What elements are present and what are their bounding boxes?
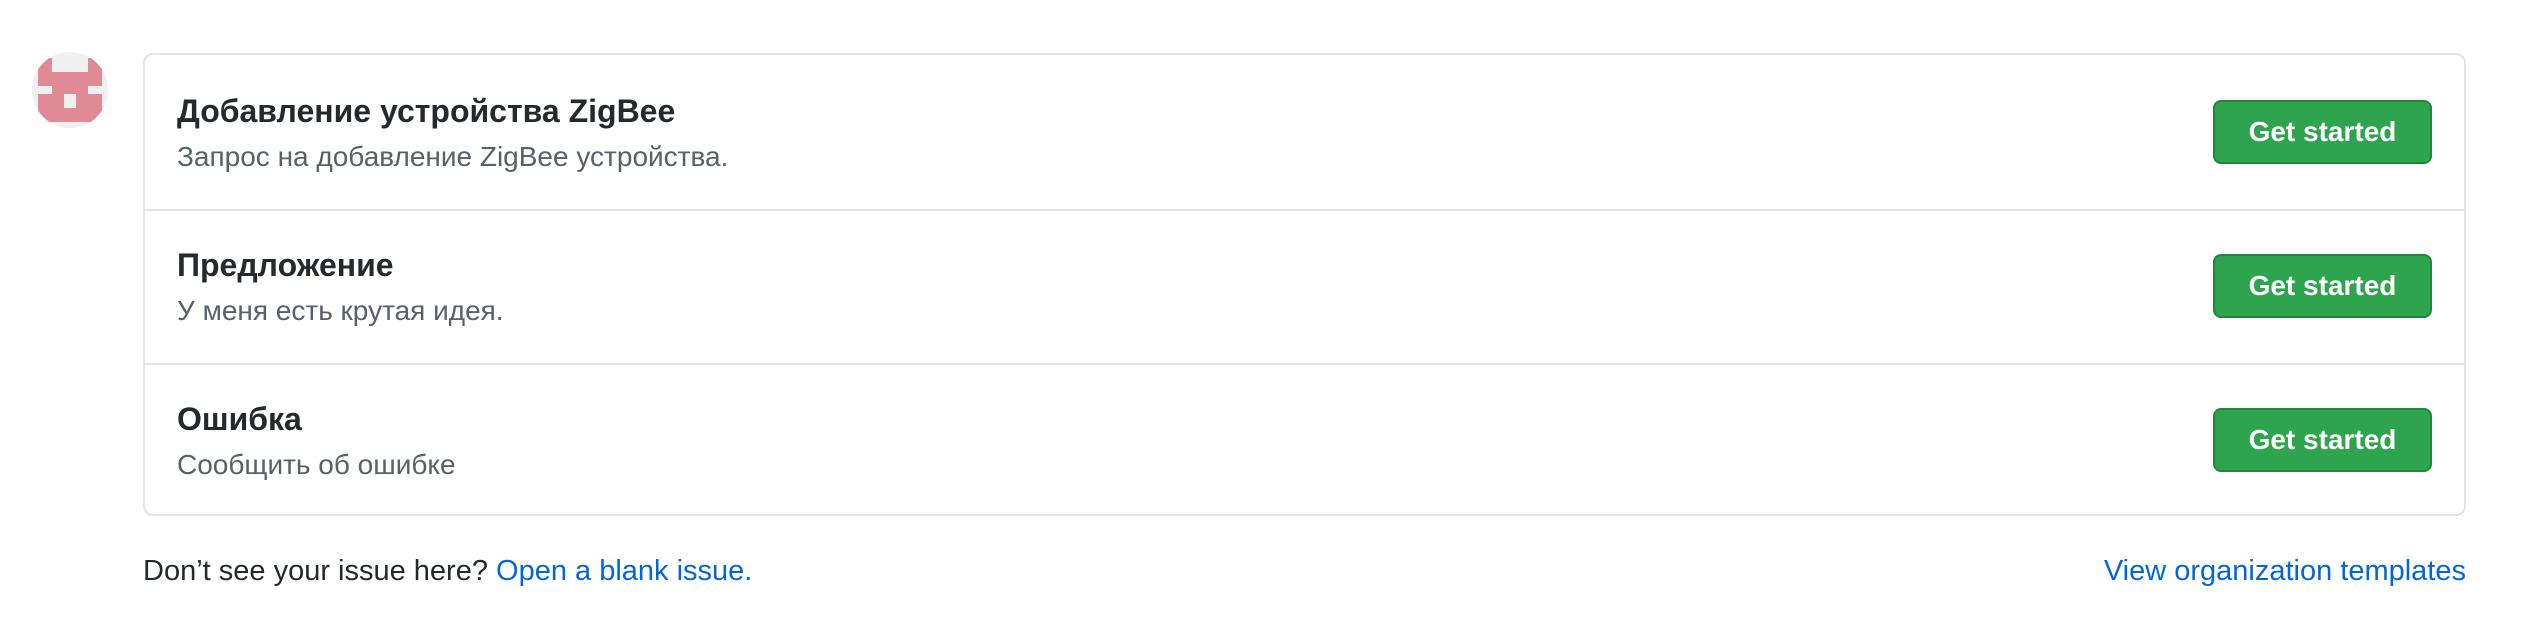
blank-issue-prompt: Don’t see your issue here? Open a blank … (143, 555, 752, 588)
template-description: У меня есть крутая идея. (177, 295, 504, 326)
template-title: Ошибка (177, 401, 302, 437)
template-title: Предложение (177, 247, 394, 283)
template-row-bug: Ошибка Сообщить об ошибке Get started (145, 363, 2464, 516)
template-title: Добавление устройства ZigBee (177, 93, 676, 129)
get-started-button-feature[interactable]: Get started (2213, 254, 2432, 318)
get-started-button-bug[interactable]: Get started (2213, 408, 2432, 472)
get-started-button-zigbee[interactable]: Get started (2213, 100, 2432, 164)
blank-issue-prompt-text: Don’t see your issue here? (143, 555, 497, 587)
template-description: Запрос на добавление ZigBee устройства. (177, 141, 729, 172)
issue-templates-list: Добавление устройства ZigBee Запрос на д… (143, 53, 2466, 516)
identicon-avatar-icon (32, 52, 108, 128)
template-row-zigbee: Добавление устройства ZigBee Запрос на д… (145, 55, 2464, 209)
avatar[interactable] (32, 52, 108, 128)
open-blank-issue-link[interactable]: Open a blank issue. (496, 555, 752, 587)
template-row-feature: Предложение У меня есть крутая идея. Get… (145, 209, 2464, 363)
template-description: Сообщить об ошибке (177, 449, 456, 480)
view-organization-templates-link[interactable]: View organization templates (2104, 555, 2466, 588)
